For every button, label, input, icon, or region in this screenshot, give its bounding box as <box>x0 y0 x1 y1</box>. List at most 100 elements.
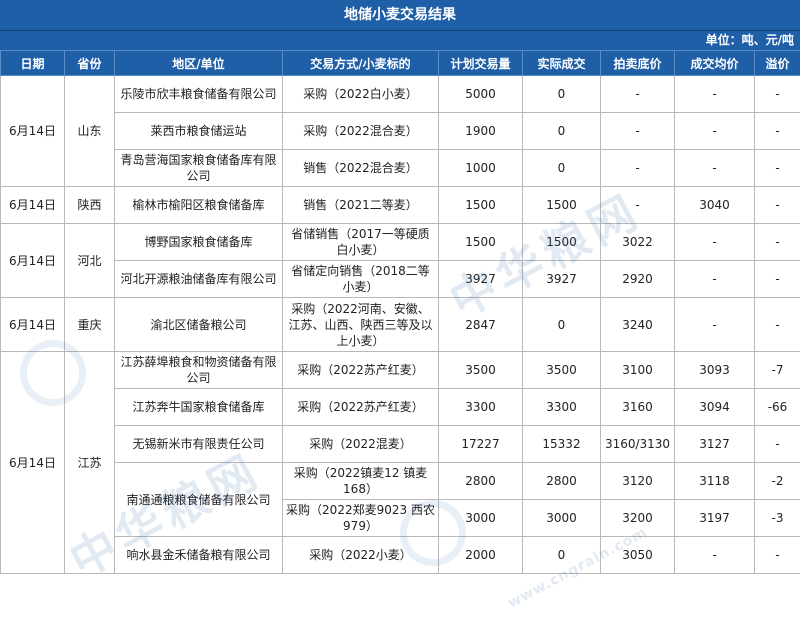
actual-cell: 0 <box>522 75 601 113</box>
actual-cell: 0 <box>522 149 601 187</box>
floor-cell: 3160 <box>600 388 675 426</box>
floor-cell: 3200 <box>600 499 675 537</box>
premium-cell: -7 <box>754 351 800 389</box>
unit-cell: 南通通粮粮食储备有限公司 <box>114 462 283 537</box>
unit-cell: 榆林市榆阳区粮食储备库 <box>114 186 283 224</box>
avg-cell: - <box>674 149 755 187</box>
table-row: 南通通粮粮食储备有限公司 采购（2022镇麦12 镇麦168） 2800 280… <box>1 462 800 537</box>
avg-cell: - <box>674 223 755 261</box>
method-cell: 采购（2022河南、安徽、江苏、山西、陕西三等及以上小麦） <box>282 297 439 352</box>
avg-cell: 3093 <box>674 351 755 389</box>
actual-cell: 3300 <box>522 388 601 426</box>
table-row: 6月14日 陕西 榆林市榆阳区粮食储备库 销售（2021二等麦） 1500 15… <box>0 186 800 224</box>
avg-cell: 3127 <box>674 425 755 463</box>
plan-cell: 3300 <box>438 388 523 426</box>
header-actual: 实际成交 <box>522 50 601 76</box>
avg-cell: - <box>674 112 755 150</box>
table-row: 6月14日 山东 乐陵市欣丰粮食储备有限公司 采购（2022白小麦） 5000 … <box>0 75 800 187</box>
actual-cell: 3927 <box>522 260 601 298</box>
actual-cell: 3000 <box>522 499 601 537</box>
floor-cell: 2920 <box>600 260 675 298</box>
premium-cell: - <box>754 260 800 298</box>
method-cell: 采购（2022混麦） <box>282 425 439 463</box>
header-province: 省份 <box>64 50 115 76</box>
avg-cell: - <box>674 536 755 574</box>
table-row: 江苏奔牛国家粮食储备库 采购（2022苏产红麦） 3300 3300 3160 … <box>1 388 800 426</box>
floor-cell: 3240 <box>600 297 675 352</box>
unit-cell: 河北开源粮油储备库有限公司 <box>114 260 283 298</box>
premium-cell: - <box>754 75 800 113</box>
premium-cell: -2 <box>754 462 800 500</box>
plan-cell: 3000 <box>438 499 523 537</box>
unit-cell: 江苏奔牛国家粮食储备库 <box>114 388 283 426</box>
premium-cell: -3 <box>754 499 800 537</box>
province-cell: 山东 <box>64 75 115 187</box>
method-cell: 销售（2022混合麦） <box>282 149 439 187</box>
premium-cell: - <box>754 297 800 352</box>
method-cell: 采购（2022白小麦） <box>282 75 439 113</box>
floor-cell: - <box>600 186 675 224</box>
header-avg: 成交均价 <box>674 50 755 76</box>
table-row: 6月14日 江苏 江苏薛埠粮食和物资储备有限公司 采购（2022苏产红麦） 35… <box>0 351 800 574</box>
actual-cell: 1500 <box>522 223 601 261</box>
avg-cell: 3118 <box>674 462 755 500</box>
premium-cell: - <box>754 223 800 261</box>
table-row: 无锡新米市有限责任公司 采购（2022混麦） 17227 15332 3160/… <box>1 425 800 463</box>
province-cell: 江苏 <box>64 351 115 574</box>
actual-cell: 3500 <box>522 351 601 389</box>
premium-cell: - <box>754 149 800 187</box>
header-method: 交易方式/小麦标的 <box>282 50 439 76</box>
actual-cell: 0 <box>522 536 601 574</box>
table-row: 河北开源粮油储备库有限公司 省储定向销售（2018二等小麦） 3927 3927… <box>1 260 800 298</box>
table-row: 6月14日 重庆 渝北区储备粮公司 采购（2022河南、安徽、江苏、山西、陕西三… <box>0 297 800 352</box>
method-cell: 采购（2022苏产红麦） <box>282 388 439 426</box>
header-row: 日期 省份 地区/单位 交易方式/小麦标的 计划交易量 实际成交 拍卖底价 成交… <box>0 50 800 76</box>
floor-cell: 3100 <box>600 351 675 389</box>
date-cell: 6月14日 <box>0 297 65 352</box>
actual-cell: 0 <box>522 297 601 352</box>
actual-cell: 15332 <box>522 425 601 463</box>
table-row: 响水县金禾储备粮有限公司 采购（2022小麦） 2000 0 3050 - - <box>1 536 800 574</box>
method-cell: 采购（2022镇麦12 镇麦168） <box>282 462 439 500</box>
header-unit: 地区/单位 <box>114 50 283 76</box>
plan-cell: 3500 <box>438 351 523 389</box>
province-cell: 重庆 <box>64 297 115 352</box>
unit-note: 单位：吨、元/吨 <box>0 31 800 50</box>
floor-cell: - <box>600 112 675 150</box>
premium-cell: - <box>754 425 800 463</box>
method-cell: 采购（2022郑麦9023 西农979） <box>282 499 439 537</box>
floor-cell: - <box>600 149 675 187</box>
unit-cell: 乐陵市欣丰粮食储备有限公司 <box>114 75 283 113</box>
floor-cell: 3160/3130 <box>600 425 675 463</box>
method-cell: 采购（2022苏产红麦） <box>282 351 439 389</box>
unit-cell: 无锡新米市有限责任公司 <box>114 425 283 463</box>
actual-cell: 2800 <box>522 462 601 500</box>
plan-cell: 1500 <box>438 186 523 224</box>
unit-cell: 渝北区储备粮公司 <box>114 297 283 352</box>
method-cell: 省储定向销售（2018二等小麦） <box>282 260 439 298</box>
header-date: 日期 <box>0 50 65 76</box>
unit-cell: 青岛营海国家粮食储备库有限公司 <box>114 149 283 187</box>
date-cell: 6月14日 <box>0 223 65 298</box>
plan-cell: 5000 <box>438 75 523 113</box>
province-cell: 河北 <box>64 223 115 298</box>
plan-cell: 3927 <box>438 260 523 298</box>
premium-cell: - <box>754 186 800 224</box>
method-cell: 销售（2021二等麦） <box>282 186 439 224</box>
premium-cell: -66 <box>754 388 800 426</box>
avg-cell: - <box>674 75 755 113</box>
plan-cell: 1900 <box>438 112 523 150</box>
plan-cell: 2847 <box>438 297 523 352</box>
header-plan: 计划交易量 <box>438 50 523 76</box>
floor-cell: 3050 <box>600 536 675 574</box>
avg-cell: 3094 <box>674 388 755 426</box>
method-cell: 采购（2022混合麦） <box>282 112 439 150</box>
date-cell: 6月14日 <box>0 351 65 574</box>
unit-cell: 莱西市粮食储运站 <box>114 112 283 150</box>
date-cell: 6月14日 <box>0 75 65 187</box>
avg-cell: - <box>674 297 755 352</box>
premium-cell: - <box>754 112 800 150</box>
floor-cell: 3022 <box>600 223 675 261</box>
unit-cell: 江苏薛埠粮食和物资储备有限公司 <box>114 351 283 389</box>
floor-cell: 3120 <box>600 462 675 500</box>
